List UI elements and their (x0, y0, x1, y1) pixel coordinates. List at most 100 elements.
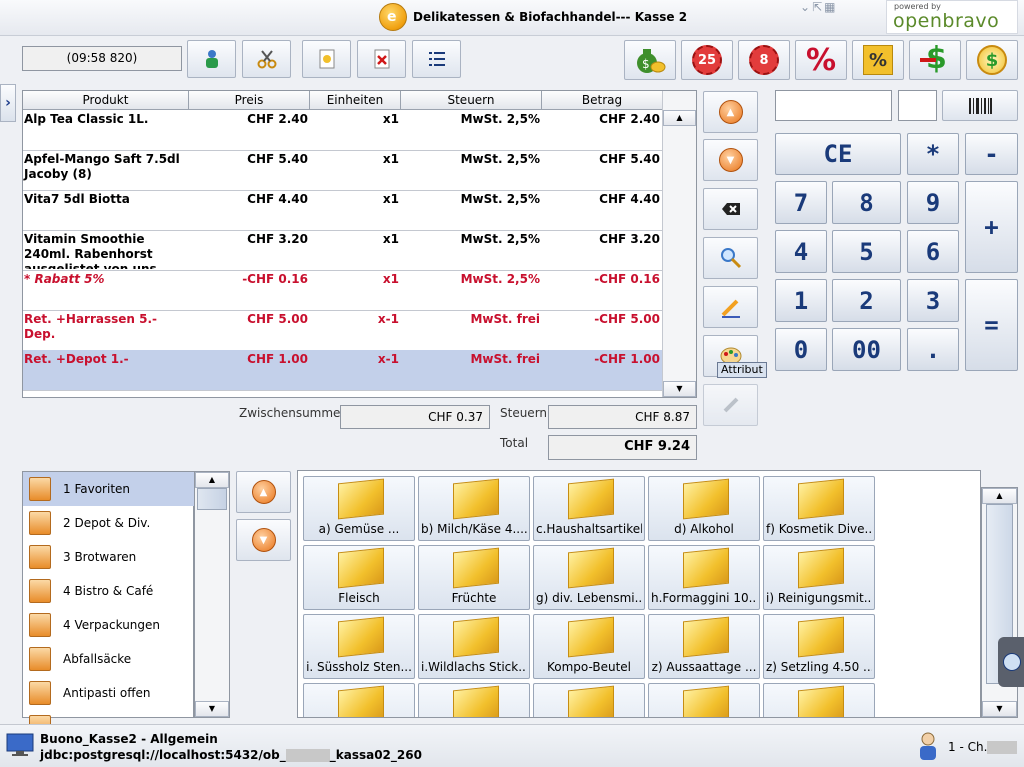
amount-input[interactable] (775, 90, 892, 121)
line-down-button[interactable]: ▼ (703, 139, 758, 181)
category-item[interactable]: 4 Bistro & Café (23, 574, 194, 608)
key-dot[interactable]: . (907, 328, 959, 371)
key-8[interactable]: 8 (832, 181, 901, 224)
product-category-button[interactable]: i.Wildlachs Stick... (418, 614, 530, 679)
key-4[interactable]: 4 (775, 230, 827, 273)
key-3[interactable]: 3 (907, 279, 959, 322)
column-header-units[interactable]: Einheiten (310, 91, 401, 109)
side-panel-toggle[interactable]: › (0, 84, 16, 122)
ticket-scrollbar[interactable]: ▲ ▼ (662, 91, 696, 397)
search-product-button[interactable] (703, 237, 758, 279)
key-minus[interactable]: - (965, 133, 1018, 175)
key-2[interactable]: 2 (832, 279, 901, 322)
product-category-button[interactable]: c.Haushaltsartikel (533, 476, 645, 541)
category-scrollbar[interactable]: ▲ ▼ (194, 471, 230, 718)
minimize-icon[interactable]: ⌄ (800, 0, 812, 14)
category-scroll-up-icon[interactable]: ▲ (195, 472, 229, 488)
product-category-button[interactable]: f) Kosmetik Dive... (763, 476, 875, 541)
line-up-button[interactable]: ▲ (703, 91, 758, 133)
key-multiply[interactable]: * (907, 133, 959, 175)
ticket-line-row[interactable]: Vita7 5dl Biotta CHF 4.40 x1 MwSt. 2,5% CHF … (23, 190, 662, 231)
window-controls[interactable]: ⌄⇱▦ (800, 0, 856, 14)
key-7[interactable]: 7 (775, 181, 827, 224)
product-category-button[interactable]: i. Süssholz Sten... (303, 614, 415, 679)
key-5[interactable]: 5 (832, 230, 901, 273)
product-category-button[interactable]: Fleisch (303, 545, 415, 610)
dollar-cycle-icon: $ (977, 45, 1007, 75)
delete-ticket-button[interactable] (357, 40, 406, 78)
disabled-action-button[interactable] (703, 384, 758, 426)
percent-line-discount-button[interactable]: % (852, 40, 904, 80)
product-category-button[interactable] (533, 683, 645, 717)
quantity-input[interactable] (898, 90, 937, 121)
product-category-button[interactable]: a) Gemüse ... (303, 476, 415, 541)
key-0[interactable]: 0 (775, 328, 827, 371)
discount-25-label: 25 (697, 52, 717, 68)
discount-25-button[interactable]: 25 (681, 40, 733, 80)
category-item[interactable]: 4 Verpackungen (23, 608, 194, 642)
product-category-button[interactable]: b) Milch/Käse 4.... (418, 476, 530, 541)
category-item[interactable]: 3 Brotwaren (23, 540, 194, 574)
delete-line-button[interactable] (703, 188, 758, 230)
product-category-button[interactable] (763, 683, 875, 717)
key-ce[interactable]: CE (775, 133, 901, 175)
ticket-line-product: Ret. +Harrassen 5.- Dep. (24, 312, 158, 341)
product-category-button[interactable]: h.Formaggini 10... (648, 545, 760, 610)
category-item[interactable]: 2 Depot & Div. (23, 506, 194, 540)
product-category-label: z) Aussaattage ... (651, 660, 757, 674)
ticket-line-row[interactable]: Ret. +Harrassen 5.- Dep. CHF 5.00 x-1 MwSt.… (23, 310, 662, 351)
product-category-button[interactable] (418, 683, 530, 717)
grid-icon[interactable]: ▦ (824, 0, 837, 14)
category-item[interactable]: Abfallsäcke (23, 642, 194, 676)
product-category-button[interactable]: d) Alkohol (648, 476, 760, 541)
key-equals[interactable]: = (965, 279, 1018, 371)
scroll-up-arrow-icon[interactable]: ▲ (663, 110, 696, 126)
category-scroll-thumb[interactable] (197, 488, 227, 510)
ticket-line-row[interactable]: Alp Tea Classic 1L. CHF 2.40 x1 MwSt. 2,5% C… (23, 110, 662, 151)
column-header-product[interactable]: Produkt (23, 91, 189, 109)
key-9[interactable]: 9 (907, 181, 959, 224)
currency-exchange-button[interactable]: $ (966, 40, 1018, 80)
category-item[interactable]: Antipasti offen (23, 676, 194, 710)
ticket-line-price: CHF 1.00 (247, 352, 308, 366)
product-category-button[interactable] (648, 683, 760, 717)
discount-8-button[interactable]: 8 (738, 40, 790, 80)
new-ticket-button[interactable] (302, 40, 351, 78)
category-up-button[interactable]: ▲ (236, 471, 291, 513)
key-plus[interactable]: + (965, 181, 1018, 273)
product-scroll-up-icon[interactable]: ▲ (982, 488, 1017, 504)
column-header-tax[interactable]: Steuern (401, 91, 542, 109)
cash-out-button[interactable]: $ (909, 40, 961, 80)
product-category-button[interactable]: Kompo-Beutel (533, 614, 645, 679)
scroll-down-arrow-icon[interactable]: ▼ (663, 381, 696, 397)
barcode-button[interactable] (942, 90, 1018, 121)
percent-discount-button[interactable]: % (795, 40, 847, 80)
product-scroll-down-icon[interactable]: ▼ (982, 701, 1017, 717)
key-1[interactable]: 1 (775, 279, 827, 322)
column-header-price[interactable]: Preis (189, 91, 310, 109)
cut-ticket-button[interactable] (242, 40, 291, 78)
ticket-line-row[interactable]: Apfel-Mango Saft 7.5dl Jacoby (8) CHF 5.4… (23, 150, 662, 191)
product-box-icon (338, 616, 384, 658)
product-category-button[interactable] (303, 683, 415, 717)
category-item[interactable]: 1 Favoriten (23, 472, 194, 506)
product-category-button[interactable]: z) Setzling 4.50 ... (763, 614, 875, 679)
category-scroll-down-icon[interactable]: ▼ (195, 701, 229, 717)
product-category-button[interactable]: Früchte (418, 545, 530, 610)
product-category-button[interactable]: z) Aussaattage ... (648, 614, 760, 679)
key-00[interactable]: 00 (832, 328, 901, 371)
category-down-button[interactable]: ▼ (236, 519, 291, 561)
ticket-list-button[interactable] (412, 40, 461, 78)
ticket-line-row[interactable]: * Rabatt 5% -CHF 0.16 x1 MwSt. 2,5% -CHF 0.1… (23, 270, 662, 311)
column-header-amount[interactable]: Betrag (542, 91, 662, 109)
customer-button[interactable] (187, 40, 236, 78)
ticket-line-row[interactable]: Vitamin Smoothie 240ml. Rabenhorst ausge… (23, 230, 662, 271)
ticket-line-row[interactable]: Ret. +Depot 1.- CHF 1.00 x-1 MwSt. frei -CHF… (23, 350, 662, 391)
edge-panel-handle[interactable] (998, 637, 1024, 687)
edit-line-button[interactable] (703, 286, 758, 328)
product-category-button[interactable]: i) Reinigungsmit... (763, 545, 875, 610)
key-6[interactable]: 6 (907, 230, 959, 273)
product-category-button[interactable]: g) div. Lebensmi... (533, 545, 645, 610)
fullscreen-icon[interactable]: ⇱ (812, 0, 824, 14)
cash-drawer-button[interactable]: $ (624, 40, 676, 80)
